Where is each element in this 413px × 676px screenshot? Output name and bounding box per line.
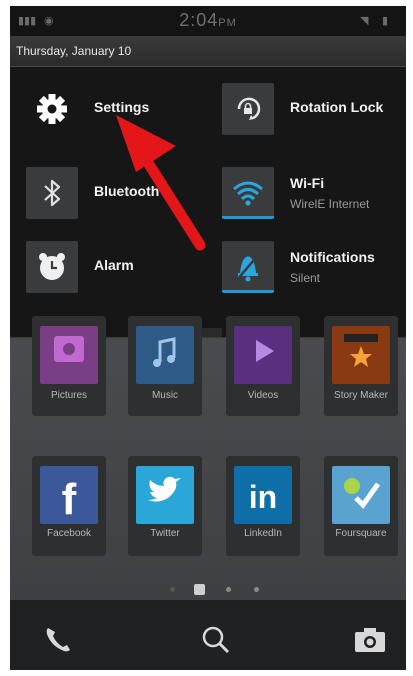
- search-icon: [202, 626, 230, 654]
- page-dot[interactable]: [226, 587, 231, 592]
- app-label: Foursquare: [335, 528, 387, 539]
- notifications-mode: Silent: [290, 271, 321, 285]
- app-tile-foursquare[interactable]: Foursquare: [324, 456, 398, 556]
- app-label: Story Maker: [334, 390, 388, 401]
- rotation-lock-tile[interactable]: Rotation Lock: [222, 83, 402, 135]
- phone-icon: [46, 628, 70, 652]
- svg-text:f: f: [62, 475, 77, 524]
- app-tile-twitter[interactable]: Twitter: [128, 456, 202, 556]
- page-dot[interactable]: [170, 587, 175, 592]
- bell-muted-icon: [222, 241, 274, 293]
- date-bar[interactable]: Thursday, January 10: [10, 36, 406, 67]
- app-label: LinkedIn: [244, 528, 282, 539]
- svg-text:in: in: [249, 479, 277, 515]
- settings-tile[interactable]: Settings: [26, 83, 206, 135]
- foursquare-icon: [332, 466, 390, 524]
- phone-screen: ▮▮▮ ◉ 2:04PM ◥ ▮ Thursday, January 10 Se…: [10, 6, 406, 670]
- alarm-tile[interactable]: Alarm: [26, 241, 206, 293]
- pictures-icon: [40, 326, 98, 384]
- rotation-lock-icon: [222, 83, 274, 135]
- rotation-lock-label: Rotation Lock: [290, 99, 384, 115]
- app-label: Videos: [247, 390, 279, 401]
- settings-label: Settings: [94, 99, 150, 115]
- app-tile-story-maker[interactable]: Story Maker: [324, 316, 398, 416]
- app-tile-videos[interactable]: Videos: [226, 316, 300, 416]
- linkedin-icon: in: [234, 466, 292, 524]
- alarm-label: Alarm: [94, 257, 134, 273]
- app-tile-pictures[interactable]: Pictures: [32, 316, 106, 416]
- wifi-icon: [222, 167, 274, 219]
- twitter-bird-icon: [136, 466, 194, 524]
- wifi-tile[interactable]: Wi-Fi WirelE Internet: [222, 167, 402, 219]
- bluetooth-label: Bluetooth: [94, 183, 160, 199]
- notifications-tile[interactable]: Notifications Silent: [222, 241, 402, 293]
- app-tile-linkedin[interactable]: in LinkedIn: [226, 456, 300, 556]
- status-time: 2:04PM: [179, 10, 237, 30]
- video-play-icon: [234, 326, 292, 384]
- search-button[interactable]: [196, 620, 236, 660]
- page-dot-active[interactable]: [194, 584, 205, 595]
- alarm-clock-icon: [26, 241, 78, 293]
- phone-button[interactable]: [38, 620, 78, 660]
- app-label: Music: [151, 390, 179, 401]
- app-label: Twitter: [150, 528, 180, 539]
- app-label: Pictures: [50, 390, 88, 401]
- wifi-label: Wi-Fi: [290, 175, 325, 191]
- bluetooth-tile[interactable]: Bluetooth: [26, 167, 206, 219]
- bluetooth-icon: [26, 167, 78, 219]
- quick-settings-panel: Settings Rotation Lock Bluetooth Wi-Fi W…: [10, 67, 406, 338]
- facebook-icon: f: [40, 466, 98, 524]
- wifi-signal-icon: ◥: [360, 15, 369, 27]
- gear-icon: [26, 83, 78, 135]
- camera-button[interactable]: [350, 620, 390, 660]
- app-label: Facebook: [47, 528, 91, 539]
- music-note-icon: [136, 326, 194, 384]
- battery-icon: ▮: [382, 15, 389, 27]
- clapperboard-icon: [332, 326, 390, 384]
- camera-icon: [355, 628, 385, 652]
- dock-bar: [10, 610, 406, 670]
- date-label: Thursday, January 10: [16, 44, 132, 58]
- status-bar: ▮▮▮ ◉ 2:04PM ◥ ▮: [10, 6, 406, 36]
- wifi-network-name: WirelE Internet: [290, 197, 370, 211]
- app-tile-music[interactable]: Music: [128, 316, 202, 416]
- page-dot[interactable]: [254, 587, 259, 592]
- app-tile-facebook[interactable]: f Facebook: [32, 456, 106, 556]
- notifications-label: Notifications: [290, 249, 375, 265]
- home-screen: Pictures Music Videos Story Maker f Facebook…: [10, 316, 406, 600]
